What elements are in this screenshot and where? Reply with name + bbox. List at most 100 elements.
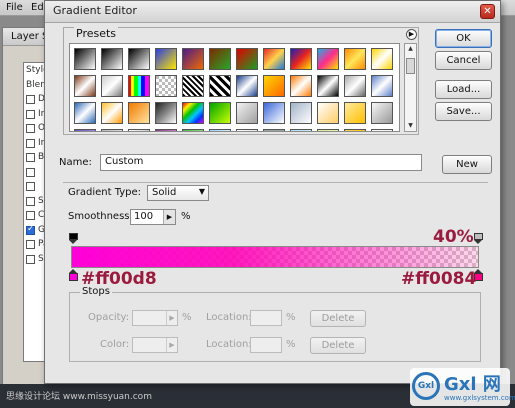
preset-swatch[interactable] (182, 102, 204, 124)
preset-swatch[interactable] (290, 102, 312, 124)
preset-swatch[interactable] (155, 75, 177, 97)
layer-style-checkbox[interactable] (26, 138, 35, 148)
preset-swatch[interactable] (128, 102, 150, 124)
scrollbar-thumb[interactable] (406, 58, 415, 74)
layer-style-checkbox[interactable] (26, 95, 35, 104)
preset-swatch[interactable] (101, 48, 123, 70)
preset-swatch[interactable] (263, 48, 285, 70)
opacity-stop-left[interactable] (69, 233, 78, 244)
cancel-button[interactable]: Cancel (435, 51, 492, 70)
preset-swatch[interactable] (236, 75, 258, 97)
preset-swatch[interactable] (317, 75, 339, 97)
preset-swatch[interactable] (209, 48, 231, 70)
preset-swatch[interactable] (290, 48, 312, 70)
opacity-stop-right[interactable] (474, 233, 483, 244)
stop-color-swatch[interactable]: ▶ (132, 337, 178, 353)
save-button[interactable]: Save... (435, 102, 492, 121)
layer-style-checkbox[interactable] (26, 167, 35, 177)
preset-swatch[interactable] (344, 129, 366, 131)
preset-swatch[interactable] (128, 48, 150, 70)
layer-style-checkbox[interactable] (26, 109, 35, 119)
color-stop-left[interactable] (69, 269, 78, 281)
scroll-down-icon[interactable]: ▼ (405, 121, 416, 131)
ok-button[interactable]: OK (435, 29, 492, 48)
layer-style-checkbox[interactable] (26, 211, 35, 220)
preset-swatch[interactable] (155, 129, 177, 131)
name-input[interactable]: Custom (100, 154, 422, 171)
preset-swatch[interactable] (128, 129, 150, 131)
preset-swatch[interactable] (101, 102, 123, 124)
scroll-up-icon[interactable]: ▲ (405, 44, 416, 54)
preset-swatch[interactable] (236, 102, 258, 124)
preset-swatch[interactable] (101, 129, 123, 131)
color-stop-left-swatch (69, 273, 78, 281)
stop-color-location-field[interactable] (250, 337, 282, 353)
preset-swatch[interactable] (182, 129, 204, 131)
preset-swatch[interactable] (344, 102, 366, 124)
layer-style-checkbox[interactable] (26, 153, 35, 162)
delete-color-stop-button[interactable]: Delete (310, 337, 366, 354)
preset-swatch[interactable] (74, 48, 96, 70)
preset-swatch[interactable] (209, 129, 231, 131)
presets-panel: Presets ▶ ▲ ▼ (63, 27, 419, 135)
presets-scrollbar[interactable]: ▲ ▼ (404, 43, 417, 132)
gradient-ramp[interactable] (71, 246, 479, 268)
stop-opacity-field[interactable]: ▶ (132, 310, 178, 326)
stop-opacity-location-label: Location: (206, 312, 252, 323)
preset-swatch[interactable] (371, 75, 393, 97)
presets-label: Presets (74, 27, 119, 40)
layer-style-checkbox[interactable] (26, 254, 35, 264)
presets-menu-arrow-icon[interactable]: ▶ (406, 29, 417, 40)
menu-file[interactable]: File (6, 2, 23, 13)
watermark-url: www.gxlsystem.com (444, 394, 515, 402)
preset-swatch[interactable] (317, 48, 339, 70)
gradient-type-value: Solid (152, 187, 177, 198)
layer-style-checkbox[interactable] (26, 224, 35, 235)
preset-swatch[interactable] (344, 75, 366, 97)
smoothness-label: Smoothness: (68, 211, 133, 222)
preset-swatch[interactable] (290, 75, 312, 97)
preset-swatch[interactable] (101, 75, 123, 97)
preset-swatch[interactable] (74, 129, 96, 131)
stop-opacity-location-unit: % (286, 312, 296, 323)
preset-swatch[interactable] (182, 75, 204, 97)
layer-style-checkbox[interactable] (26, 196, 35, 206)
color-arrow-icon[interactable]: ▶ (166, 338, 177, 352)
smoothness-arrow-icon[interactable]: ▶ (163, 210, 175, 224)
preset-swatch[interactable] (317, 102, 339, 124)
preset-swatch[interactable] (263, 75, 285, 97)
load-button[interactable]: Load... (435, 80, 492, 99)
preset-swatch[interactable] (74, 102, 96, 124)
gradient-type-select[interactable]: Solid ▼ (147, 185, 209, 201)
preset-swatch[interactable] (263, 102, 285, 124)
stop-color-label: Color: (100, 339, 130, 350)
stop-opacity-location-field[interactable] (250, 310, 282, 326)
preset-swatch[interactable] (263, 129, 285, 131)
preset-swatch[interactable] (344, 48, 366, 70)
preset-swatch[interactable] (290, 129, 312, 131)
preset-swatch[interactable] (236, 48, 258, 70)
preset-swatch[interactable] (155, 48, 177, 70)
close-icon[interactable]: ✕ (480, 4, 495, 19)
preset-swatch[interactable] (209, 102, 231, 124)
preset-swatch[interactable] (155, 102, 177, 124)
preset-swatch[interactable] (371, 129, 393, 131)
layer-style-checkbox[interactable] (26, 124, 35, 133)
preset-swatch[interactable] (236, 129, 258, 131)
preset-swatch[interactable] (182, 48, 204, 70)
delete-opacity-stop-button[interactable]: Delete (310, 310, 366, 327)
layer-style-checkbox[interactable] (26, 240, 35, 249)
new-button[interactable]: New (442, 155, 492, 174)
preset-swatch[interactable] (128, 75, 150, 97)
dialog-titlebar[interactable]: Gradient Editor ✕ (45, 1, 500, 23)
layer-style-checkbox[interactable] (26, 182, 35, 191)
preset-swatch[interactable] (317, 129, 339, 131)
opacity-arrow-icon[interactable]: ▶ (166, 311, 177, 325)
preset-swatch[interactable] (371, 48, 393, 70)
smoothness-unit: % (181, 211, 191, 222)
preset-swatch[interactable] (371, 102, 393, 124)
preset-swatch[interactable] (74, 75, 96, 97)
preset-swatch[interactable] (209, 75, 231, 97)
dialog-title: Gradient Editor (53, 4, 137, 17)
stop-opacity-unit: % (182, 312, 192, 323)
